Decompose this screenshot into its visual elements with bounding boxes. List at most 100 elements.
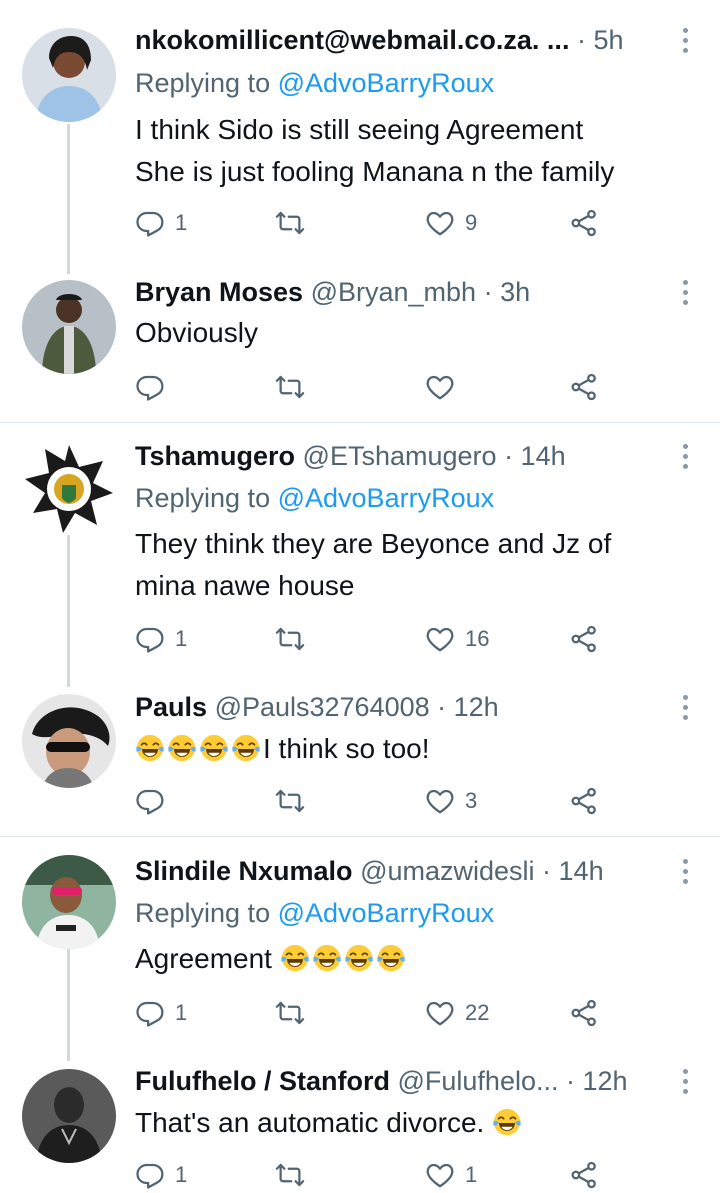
tweet-text: I think so too! (135, 728, 430, 770)
author-name[interactable]: Slindile Nxumalo (135, 856, 353, 886)
retweet-icon (275, 786, 305, 816)
retweet-button[interactable] (275, 369, 315, 405)
tweet[interactable]: Pauls @Pauls32764008 · 12h I think so to… (0, 685, 720, 836)
retweet-icon (275, 208, 305, 238)
retweet-icon (275, 372, 305, 402)
reply-icon (135, 998, 165, 1028)
like-button[interactable] (425, 369, 465, 405)
tweet-time[interactable]: · 3h (484, 277, 531, 307)
author-name[interactable]: Fulufhelo / Stanford (135, 1066, 390, 1096)
tweet-time[interactable]: · 12h (566, 1066, 628, 1096)
replying-prefix: Replying to (135, 898, 271, 928)
tweet[interactable]: Bryan Moses @Bryan_mbh · 3h Obviously (0, 270, 720, 422)
joy-emoji (135, 733, 165, 763)
tweet[interactable]: Fulufhelo / Stanford @Fulufhelo... · 12h… (0, 1059, 720, 1173)
thread-line (67, 535, 70, 687)
share-button[interactable] (569, 621, 599, 657)
joy-emoji (376, 943, 406, 973)
thread-line (67, 124, 70, 274)
share-button[interactable] (569, 783, 599, 819)
tweet-text-line: She is just fooling Manana n the family (135, 156, 615, 187)
author-handle[interactable]: nkokomillicent@webmail.co.za. ... (135, 25, 569, 55)
avatar[interactable] (22, 1069, 116, 1163)
author-handle[interactable]: @ETshamugero (303, 441, 497, 471)
share-button[interactable] (569, 205, 599, 241)
tweet-time[interactable]: · 14h (542, 856, 604, 886)
tweet-actions: 1 1 (135, 1157, 605, 1193)
replying-handle[interactable]: @AdvoBarryRoux (278, 68, 495, 98)
joy-emoji-group (280, 943, 408, 974)
author-name[interactable]: Tshamugero (135, 441, 295, 471)
like-icon (425, 624, 455, 654)
reply-button[interactable]: 1 (135, 995, 187, 1031)
avatar[interactable] (22, 855, 116, 949)
replying-handle[interactable]: @AdvoBarryRoux (278, 898, 495, 928)
reply-icon (135, 372, 165, 402)
replying-prefix: Replying to (135, 68, 271, 98)
like-button[interactable]: 22 (425, 995, 489, 1031)
tweet-text-line: Obviously (135, 317, 258, 348)
author-name[interactable]: Bryan Moses (135, 277, 303, 307)
replying-handle[interactable]: @AdvoBarryRoux (278, 483, 495, 513)
tweet-time[interactable]: · 5h (577, 25, 624, 55)
share-icon (569, 786, 599, 816)
more-icon[interactable] (674, 851, 696, 891)
avatar[interactable] (22, 280, 116, 374)
retweet-button[interactable] (275, 205, 315, 241)
like-button[interactable]: 9 (425, 205, 477, 241)
reply-icon (135, 786, 165, 816)
tweet-text: That's an automatic divorce. (135, 1102, 524, 1144)
author-handle[interactable]: @umazwidesli (360, 856, 534, 886)
tweet-actions (135, 369, 605, 405)
tweet-text-line: I think Sido is still seeing Agreement (135, 114, 584, 145)
share-icon (569, 208, 599, 238)
reply-button[interactable] (135, 369, 175, 405)
share-button[interactable] (569, 995, 599, 1031)
reply-button[interactable]: 1 (135, 205, 187, 241)
reply-icon (135, 624, 165, 654)
more-icon[interactable] (674, 272, 696, 312)
tweet[interactable]: Tshamugero @ETshamugero · 14h Replying t… (0, 423, 720, 687)
reply-button[interactable] (135, 783, 175, 819)
tweet-text-line: mina nawe house (135, 570, 355, 601)
share-button[interactable] (569, 369, 599, 405)
retweet-button[interactable] (275, 995, 315, 1031)
tweet-header: Tshamugero @ETshamugero · 14h (135, 436, 566, 476)
retweet-button[interactable] (275, 1157, 315, 1193)
tweet-time[interactable]: · 12h (437, 692, 499, 722)
more-icon[interactable] (674, 20, 696, 60)
tweet-text: Agreement (135, 938, 408, 980)
tweet-header: Fulufhelo / Stanford @Fulufhelo... · 12h (135, 1061, 628, 1101)
avatar[interactable] (22, 28, 116, 122)
author-name[interactable]: Pauls (135, 692, 207, 722)
tweet-header: Bryan Moses @Bryan_mbh · 3h (135, 272, 530, 312)
tweet[interactable]: nkokomillicent@webmail.co.za. ... · 5h R… (0, 0, 720, 274)
joy-emoji (231, 733, 261, 763)
like-icon (425, 786, 455, 816)
reply-button[interactable]: 1 (135, 621, 187, 657)
retweet-button[interactable] (275, 621, 315, 657)
tweet-text-line: I think so too! (263, 733, 430, 764)
tweet-actions: 1 16 (135, 621, 605, 657)
author-handle[interactable]: @Pauls32764008 (215, 692, 430, 722)
author-handle[interactable]: @Fulufhelo... (398, 1066, 559, 1096)
author-handle[interactable]: @Bryan_mbh (311, 277, 476, 307)
replying-prefix: Replying to (135, 483, 271, 513)
like-button[interactable]: 3 (425, 783, 477, 819)
more-icon[interactable] (674, 436, 696, 476)
tweet[interactable]: Slindile Nxumalo @umazwidesli · 14h Repl… (0, 837, 720, 1061)
like-button[interactable]: 1 (425, 1157, 477, 1193)
joy-emoji (344, 943, 374, 973)
tweet-text-line: That's an automatic divorce. (135, 1107, 485, 1138)
like-button[interactable]: 16 (425, 621, 489, 657)
like-count: 9 (465, 210, 478, 235)
more-icon[interactable] (674, 687, 696, 727)
tweet-time[interactable]: · 14h (504, 441, 566, 471)
avatar[interactable] (22, 694, 116, 788)
avatar[interactable] (22, 441, 116, 535)
like-count: 1 (465, 1162, 478, 1187)
more-icon[interactable] (674, 1061, 696, 1101)
retweet-button[interactable] (275, 783, 315, 819)
reply-button[interactable]: 1 (135, 1157, 187, 1193)
share-button[interactable] (569, 1157, 599, 1193)
